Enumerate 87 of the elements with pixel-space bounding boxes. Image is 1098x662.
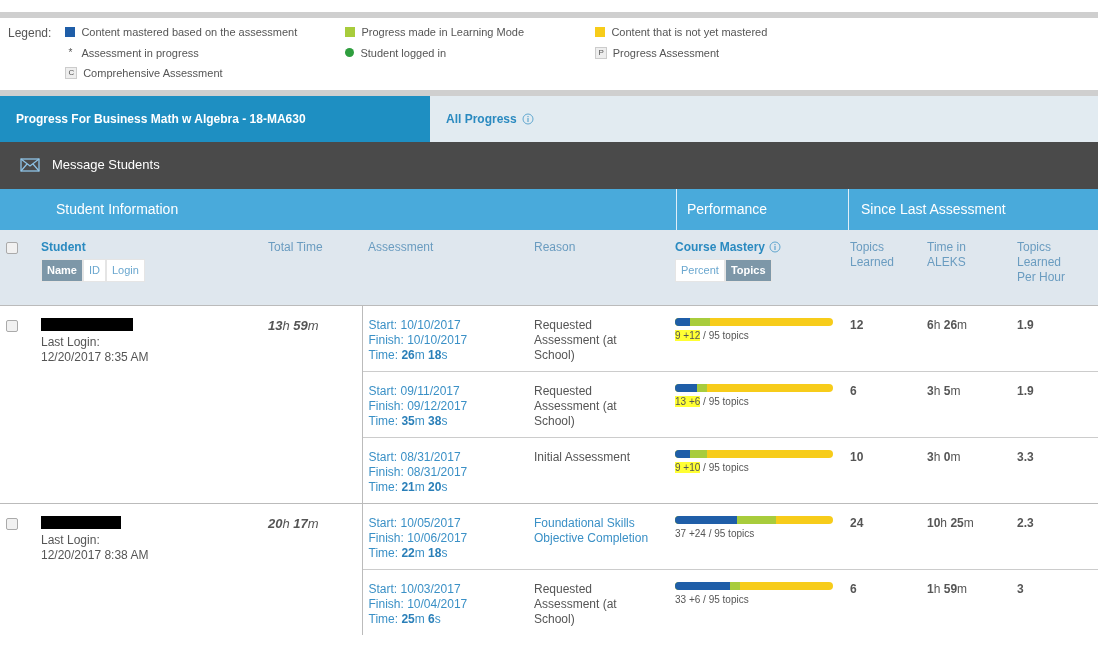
- topics-learned: 12: [850, 318, 864, 332]
- sort-toggle[interactable]: Login: [105, 258, 145, 283]
- legend-label: Legend:: [8, 25, 52, 42]
- finish-date: Finish: 10/10/2017: [368, 333, 469, 348]
- legend-text: Progress made in Learning Mode: [361, 25, 525, 40]
- column-header[interactable]: Assessment: [368, 239, 434, 254]
- legend-text: Progress Assessment: [612, 45, 720, 61]
- topics-per-hour: 3: [1017, 582, 1024, 596]
- topics-learned: 6: [850, 384, 857, 398]
- assessment-time: Time: 25m 6s: [368, 612, 442, 627]
- mastery-score: 9 +12: [675, 330, 701, 341]
- legend-text: Assessment in progress: [81, 45, 199, 61]
- time-in-aleks: 10h 25m: [927, 516, 974, 530]
- message-students-button[interactable]: Message Students: [20, 155, 160, 175]
- column-group-header: Since Last Assessment: [861, 199, 1006, 219]
- assessment-time: Time: 35m 38s: [368, 414, 449, 429]
- mastery-score: 13 +6: [675, 396, 701, 407]
- info-icon[interactable]: [769, 241, 782, 253]
- time-in-aleks: 1h 59m: [927, 582, 968, 596]
- sort-toggle[interactable]: Name: [41, 258, 83, 283]
- time-in-aleks: 6h 26m: [927, 318, 968, 332]
- select-all-checkbox[interactable]: [6, 241, 18, 254]
- finish-date: Finish: 10/06/2017: [368, 531, 469, 546]
- tab[interactable]: Progress For Business Math w Algebra - 18-MA630: [0, 95, 430, 142]
- mastery-score: 33 +6: [675, 594, 701, 605]
- mode-toggle[interactable]: Topics: [724, 258, 772, 283]
- topics-total: / 95 topics: [703, 594, 749, 605]
- legend-text: Comprehensive Assessment: [83, 66, 223, 81]
- topics-total: / 95 topics: [703, 330, 749, 341]
- column-group-header: Performance: [687, 199, 768, 219]
- start-date: Start: 10/10/2017: [368, 318, 462, 333]
- topics-per-hour: 3.3: [1017, 450, 1034, 464]
- mastery-score: 9 +10: [675, 462, 701, 473]
- start-date: Start: 08/31/2017: [368, 450, 462, 465]
- topics-per-hour: 1.9: [1017, 318, 1034, 332]
- finish-date: Finish: 08/31/2017: [368, 465, 469, 480]
- row-checkbox[interactable]: [6, 518, 18, 530]
- letter-badge: C: [65, 67, 78, 80]
- reason-link[interactable]: Foundational Skills Objective Completion: [534, 516, 663, 546]
- topics-per-hour: 2.3: [1017, 516, 1034, 530]
- finish-date: Finish: 10/04/2017: [368, 597, 469, 612]
- tab[interactable]: All Progress: [430, 95, 550, 142]
- start-date: Start: 10/05/2017: [368, 516, 462, 531]
- column-header: Topics Learned: [850, 239, 896, 270]
- start-date: Start: 10/03/2017: [368, 582, 462, 597]
- last-login-time: 12/20/2017 8:38 AM: [41, 548, 150, 563]
- info-icon[interactable]: [521, 112, 534, 125]
- topics-total: / 95 topics: [703, 462, 749, 473]
- reason-text: Requested Assessment (at School): [534, 384, 618, 429]
- letter-badge: P: [595, 46, 607, 59]
- column-header: Topics Learned Per Hour: [1017, 239, 1067, 285]
- mode-toggle[interactable]: Percent: [675, 258, 725, 283]
- topics-total: / 95 topics: [708, 528, 755, 539]
- reason-text: Initial Assessment: [534, 450, 632, 465]
- column-header[interactable]: Total Time: [268, 239, 323, 254]
- mastery-score: 37 +24: [675, 528, 706, 539]
- total-time: 13h 59m: [268, 318, 319, 333]
- assessment-time: Time: 22m 18s: [368, 546, 449, 561]
- column-header: Time in ALEKS: [927, 239, 967, 270]
- last-login-label: Last Login:: [41, 335, 101, 350]
- time-in-aleks: 3h 0m: [927, 450, 961, 464]
- sort-toggle[interactable]: ID: [82, 258, 106, 283]
- column-group-header: Student Information: [56, 199, 179, 219]
- finish-date: Finish: 09/12/2017: [368, 399, 469, 414]
- column-header[interactable]: Course Mastery: [675, 239, 766, 255]
- legend-text: Content that is not yet mastered: [611, 25, 768, 40]
- time-in-aleks: 3h 5m: [927, 384, 961, 398]
- topics-learned: 6: [850, 582, 857, 596]
- reason-text: Requested Assessment (at School): [534, 582, 618, 627]
- topics-total: / 95 topics: [703, 396, 749, 407]
- legend-text: Student logged in: [360, 45, 447, 61]
- reason-text: Requested Assessment (at School): [534, 318, 618, 363]
- envelope-icon: [20, 158, 40, 172]
- assessment-time: Time: 21m 20s: [368, 480, 449, 495]
- column-header[interactable]: Reason: [534, 239, 576, 254]
- total-time: 20h 17m: [268, 516, 319, 531]
- topics-per-hour: 1.9: [1017, 384, 1034, 398]
- row-checkbox[interactable]: [6, 320, 18, 332]
- legend-text: Content mastered based on the assessment: [81, 25, 298, 40]
- topics-learned: 10: [850, 450, 864, 464]
- assessment-time: Time: 26m 18s: [368, 348, 449, 363]
- last-login-time: 12/20/2017 8:35 AM: [41, 350, 150, 365]
- last-login-label: Last Login:: [41, 533, 101, 548]
- start-date: Start: 09/11/2017: [368, 384, 461, 399]
- column-header[interactable]: Student: [41, 239, 256, 255]
- topics-learned: 24: [850, 516, 864, 530]
- asterisk-icon: *: [65, 45, 76, 61]
